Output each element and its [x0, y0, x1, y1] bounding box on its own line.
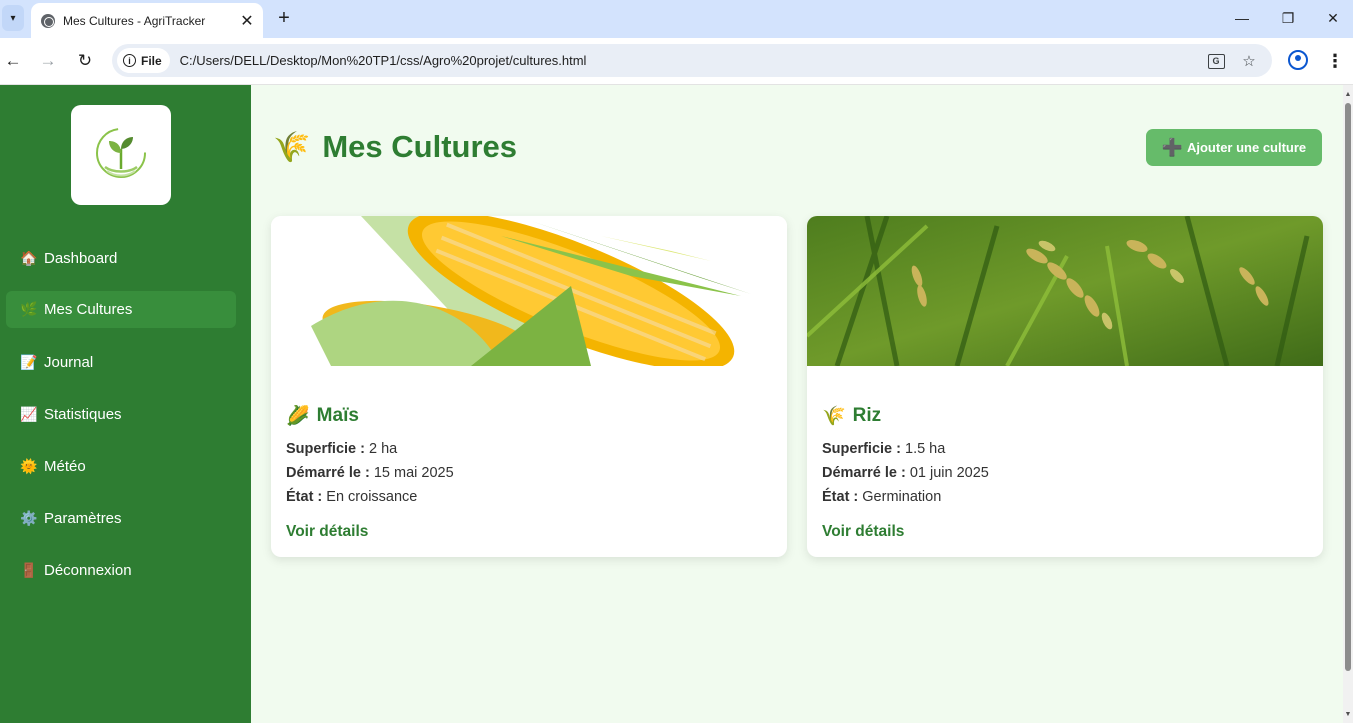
- sidebar-item-label: Statistiques: [44, 406, 122, 423]
- bookmark-star-icon[interactable]: ☆: [1237, 49, 1261, 73]
- culture-card-riz: 🌾 Riz Superficie : 1.5 ha Démarré le : 0…: [807, 216, 1323, 557]
- sidebar-item-deconnexion[interactable]: 🚪 Déconnexion: [6, 552, 236, 589]
- sheaf-of-rice-icon: 🌾: [822, 406, 846, 427]
- culture-name: Riz: [852, 405, 882, 426]
- superficie-row: Superficie : 1.5 ha: [822, 441, 945, 457]
- door-icon: 🚪: [20, 562, 38, 578]
- sidebar-item-dashboard[interactable]: 🏠 Dashboard: [6, 240, 236, 277]
- sidebar-item-label: Paramètres: [44, 510, 122, 527]
- browser-tab-bar: ▾ Mes Cultures - AgriTracker ✕ + — ❐ ✕: [0, 0, 1353, 38]
- start-date-row: Démarré le : 01 juin 2025: [822, 465, 989, 481]
- sidebar: 🏠 Dashboard 🌿 Mes Cultures 📝 Journal 📈 S…: [0, 85, 251, 723]
- superficie-label: Superficie :: [822, 441, 901, 457]
- close-tab-icon[interactable]: ✕: [237, 11, 257, 31]
- plus-icon: ➕: [1161, 137, 1183, 157]
- info-icon: i: [123, 54, 136, 67]
- superficie-label: Superficie :: [286, 441, 365, 457]
- state-value: En croissance: [326, 489, 418, 505]
- culture-name: Maïs: [316, 405, 359, 426]
- state-row: État : En croissance: [286, 489, 417, 505]
- more-menu-icon[interactable]: ⋮: [1324, 48, 1346, 74]
- page-scrollbar[interactable]: ▲ ▼: [1343, 85, 1353, 723]
- superficie-value: 2 ha: [369, 441, 398, 457]
- gear-icon: ⚙️: [20, 510, 38, 526]
- sidebar-item-statistiques[interactable]: 📈 Statistiques: [6, 396, 236, 433]
- state-row: État : Germination: [822, 489, 941, 505]
- memo-icon: 📝: [20, 354, 38, 370]
- add-culture-button[interactable]: ➕ Ajouter une culture: [1146, 129, 1322, 166]
- sidebar-item-parametres[interactable]: ⚙️ Paramètres: [6, 500, 236, 537]
- url-text[interactable]: C:/Users/DELL/Desktop/Mon%20TP1/css/Agro…: [180, 53, 587, 68]
- back-icon[interactable]: ←: [0, 48, 26, 74]
- site-info-label: File: [141, 53, 162, 68]
- culture-title: 🌽 Maïs: [286, 404, 359, 428]
- superficie-row: Superficie : 2 ha: [286, 441, 397, 457]
- plant-logo-icon: [96, 128, 146, 178]
- close-window-icon[interactable]: ✕: [1310, 4, 1353, 32]
- sidebar-item-label: Journal: [44, 354, 94, 371]
- corn-image: [271, 216, 787, 366]
- start-date-label: Démarré le :: [822, 465, 906, 481]
- state-label: État :: [286, 489, 323, 505]
- home-icon: 🏠: [20, 250, 38, 266]
- chart-increasing-icon: 📈: [20, 406, 38, 422]
- sidebar-item-meteo[interactable]: 🌞 Météo: [6, 448, 236, 485]
- scroll-thumb[interactable]: [1345, 103, 1351, 671]
- view-details-link[interactable]: Voir détails: [822, 523, 904, 541]
- start-date-row: Démarré le : 15 mai 2025: [286, 465, 454, 481]
- scroll-down-icon[interactable]: ▼: [1343, 709, 1353, 719]
- tab-search-icon[interactable]: ▾: [2, 5, 24, 31]
- restore-icon[interactable]: ❐: [1265, 4, 1311, 32]
- profile-icon[interactable]: [1288, 50, 1308, 70]
- culture-card-mais: 🌽 Maïs Superficie : 2 ha Démarré le : 15…: [271, 216, 787, 557]
- page-title: Mes Cultures: [322, 129, 518, 164]
- sidebar-item-journal[interactable]: 📝 Journal: [6, 344, 236, 381]
- herb-icon: 🌿: [20, 301, 38, 317]
- view-details-link[interactable]: Voir détails: [286, 523, 368, 541]
- main-content: 🌾 Mes Cultures ➕ Ajouter une culture 🌽 M…: [251, 85, 1343, 723]
- tab-title: Mes Cultures - AgriTracker: [63, 13, 206, 28]
- add-culture-label: Ajouter une culture: [1186, 140, 1307, 155]
- state-value: Germination: [862, 489, 942, 505]
- state-label: État :: [822, 489, 859, 505]
- minimize-icon[interactable]: —: [1219, 4, 1265, 32]
- browser-toolbar: ← → ↻ i File C:/Users/DELL/Desktop/Mon%2…: [0, 38, 1353, 85]
- sidebar-item-label: Météo: [44, 458, 86, 475]
- new-tab-icon[interactable]: +: [272, 6, 296, 30]
- app-logo[interactable]: [71, 105, 171, 205]
- reload-icon[interactable]: ↻: [72, 48, 98, 74]
- sidebar-item-mes-cultures[interactable]: 🌿 Mes Cultures: [6, 291, 236, 328]
- superficie-value: 1.5 ha: [905, 441, 946, 457]
- sun-icon: 🌞: [20, 458, 38, 474]
- sidebar-item-label: Déconnexion: [44, 562, 132, 579]
- site-info-chip[interactable]: i File: [117, 48, 170, 73]
- sidebar-item-label: Mes Cultures: [44, 301, 133, 318]
- culture-title: 🌾 Riz: [822, 404, 881, 428]
- start-date-label: Démarré le :: [286, 465, 370, 481]
- address-bar[interactable]: i File C:/Users/DELL/Desktop/Mon%20TP1/c…: [112, 44, 1272, 77]
- sheaf-of-rice-icon: 🌾: [273, 130, 311, 164]
- start-date-value: 01 juin 2025: [909, 465, 989, 481]
- corn-icon: 🌽: [286, 406, 310, 427]
- scroll-up-icon[interactable]: ▲: [1343, 89, 1353, 99]
- start-date-value: 15 mai 2025: [373, 465, 454, 481]
- forward-icon[interactable]: →: [35, 48, 61, 74]
- globe-icon: [41, 13, 55, 28]
- browser-tab[interactable]: Mes Cultures - AgriTracker ✕: [31, 3, 263, 38]
- sidebar-item-label: Dashboard: [44, 250, 118, 267]
- rice-image: [807, 216, 1323, 366]
- translate-icon[interactable]: G: [1204, 49, 1228, 73]
- page-header: 🌾 Mes Cultures: [273, 129, 517, 165]
